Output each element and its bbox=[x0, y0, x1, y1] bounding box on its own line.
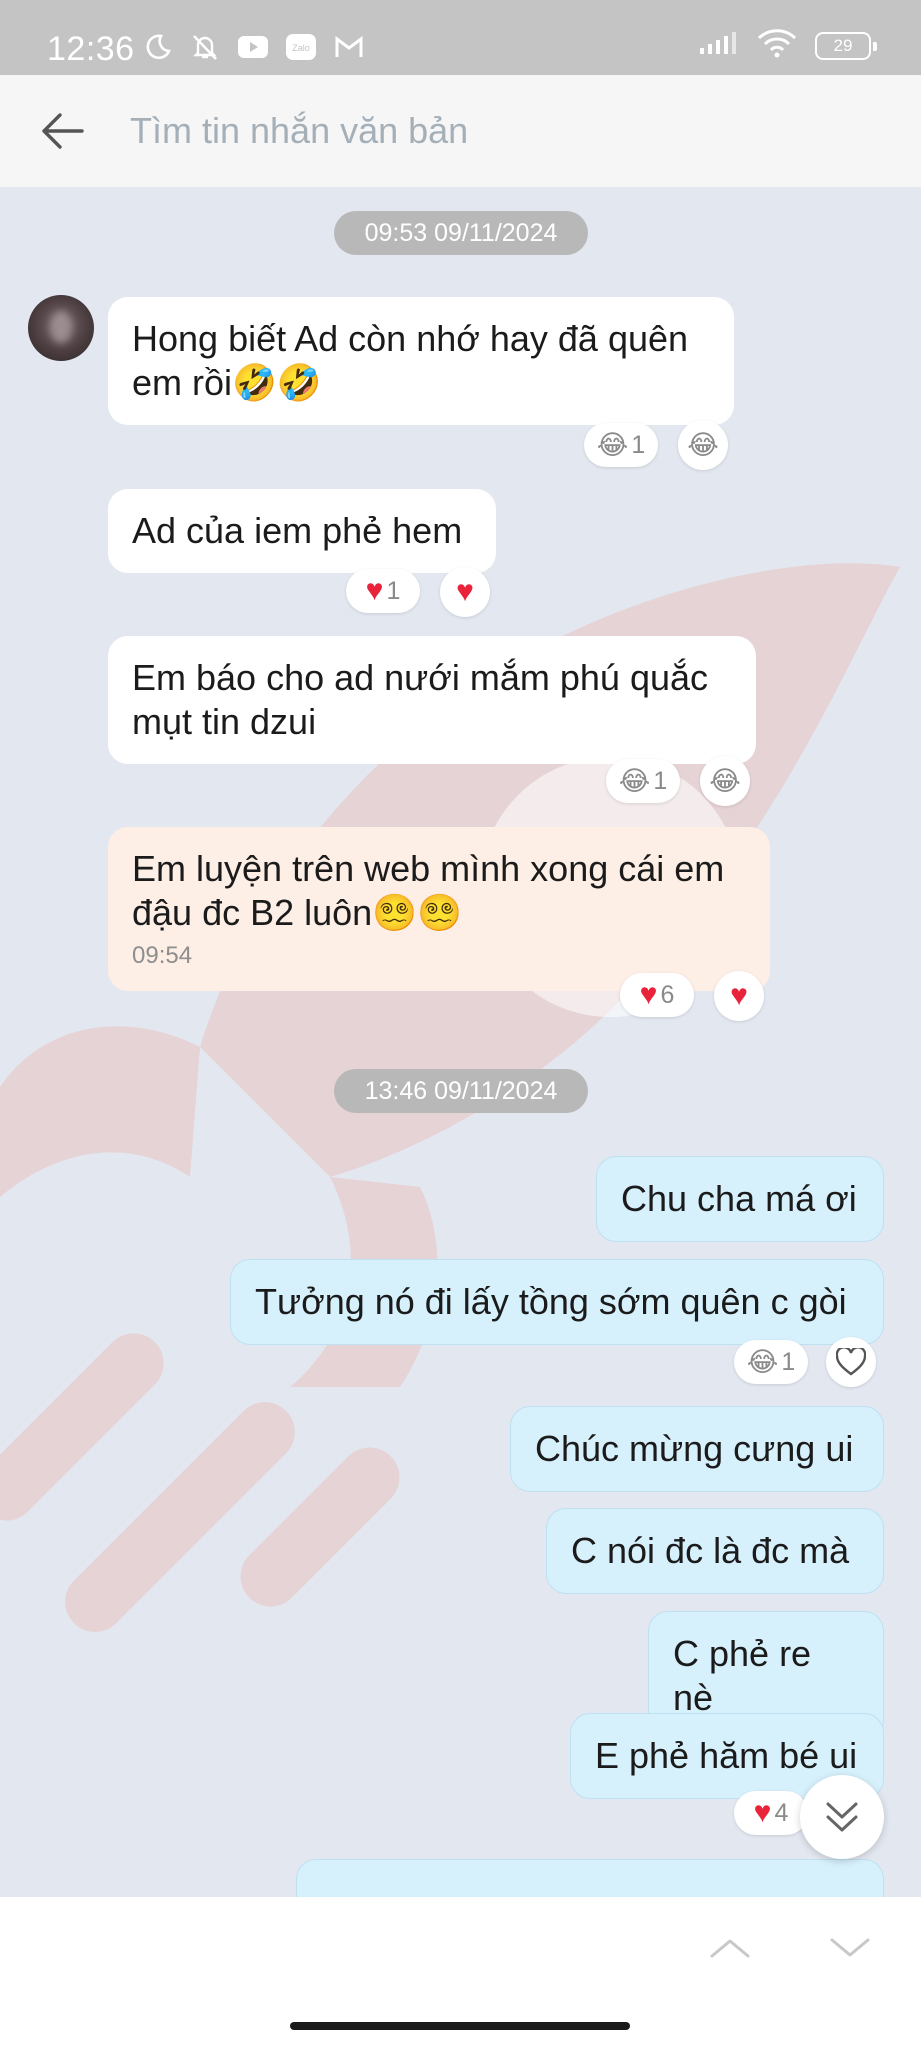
gmail-icon bbox=[332, 30, 366, 64]
add-reaction-button[interactable]: ♥ bbox=[714, 971, 764, 1021]
message-time: 09:54 bbox=[132, 942, 193, 969]
laughing-emoji-icon: 😂 bbox=[687, 429, 719, 460]
status-bar: 12:36 Zalo 29 bbox=[0, 0, 921, 75]
youtube-icon bbox=[236, 30, 270, 64]
add-reaction-button[interactable]: 😂 bbox=[700, 756, 750, 806]
message-bubble-partial[interactable] bbox=[296, 1859, 884, 1897]
heart-icon: ♥ bbox=[365, 574, 384, 607]
home-indicator[interactable] bbox=[290, 2022, 630, 2030]
message-text: Chu cha má ơi bbox=[621, 1178, 857, 1219]
message-bubble[interactable]: Em luyện trên web mình xong cái em đậu đ… bbox=[108, 827, 770, 991]
chevron-down-icon bbox=[830, 1938, 870, 1957]
reaction-count-badge[interactable]: 😂 1 bbox=[734, 1340, 808, 1384]
message-bubble[interactable]: Chu cha má ơi bbox=[596, 1156, 884, 1242]
scroll-to-bottom-button[interactable] bbox=[800, 1775, 884, 1859]
laughing-emoji-icon: 😂 bbox=[618, 765, 651, 796]
message-bubble[interactable]: Ad của iem phẻ hem bbox=[108, 489, 496, 573]
message-bubble[interactable]: Chúc mừng cưng ui bbox=[510, 1406, 884, 1492]
previous-result-button[interactable] bbox=[700, 1923, 760, 1973]
message-text: Hong biết Ad còn nhớ hay đã quên em rồi🤣… bbox=[132, 318, 689, 403]
message-bubble[interactable]: Em báo cho ad nưới mắm phú quắc mụt tin … bbox=[108, 636, 756, 764]
double-chevron-down-icon bbox=[826, 1802, 858, 1832]
status-notification-icons: Zalo bbox=[140, 30, 366, 64]
reaction-count-badge[interactable]: 😂 1 bbox=[606, 759, 680, 803]
heart-icon: ♥ bbox=[456, 575, 474, 608]
wifi-icon bbox=[757, 28, 797, 63]
laughing-emoji-icon: 😂 bbox=[596, 429, 629, 460]
reaction-count: 1 bbox=[653, 766, 668, 795]
date-separator: 09:53 09/11/2024 bbox=[334, 211, 588, 255]
battery-level: 29 bbox=[833, 35, 853, 55]
message-bubble[interactable]: Hong biết Ad còn nhớ hay đã quên em rồi🤣… bbox=[108, 297, 734, 425]
reaction-count-badge[interactable]: ♥ 4 bbox=[734, 1791, 808, 1835]
reaction-count: 1 bbox=[386, 576, 401, 605]
moon-icon bbox=[140, 30, 174, 64]
heart-outline-icon bbox=[836, 1348, 866, 1376]
status-time: 12:36 bbox=[47, 30, 135, 68]
message-text: Tưởng nó đi lấy tồng sớm quên c gòi bbox=[255, 1281, 847, 1322]
chat-area[interactable]: 09:53 09/11/2024 Hong biết Ad còn nhớ ha… bbox=[0, 187, 921, 1897]
message-text: C nói đc là đc mà bbox=[571, 1530, 850, 1571]
bell-off-icon bbox=[188, 30, 222, 64]
message-text: E phẻ hăm bé ui bbox=[595, 1735, 858, 1776]
search-result-nav bbox=[0, 1897, 921, 2048]
message-text: C phẻ re nè bbox=[673, 1633, 812, 1718]
back-button[interactable] bbox=[30, 101, 94, 161]
reaction-count-badge[interactable]: 😂 1 bbox=[584, 423, 658, 467]
status-system-icons: 29 bbox=[699, 28, 877, 63]
add-reaction-button[interactable]: 😂 bbox=[678, 420, 728, 470]
message-text: Em báo cho ad nưới mắm phú quắc mụt tin … bbox=[132, 657, 709, 742]
add-reaction-button[interactable]: ♥ bbox=[440, 567, 490, 617]
heart-icon: ♥ bbox=[753, 1796, 772, 1829]
arrow-left-icon bbox=[42, 113, 84, 149]
zalo-icon: Zalo bbox=[284, 30, 318, 64]
reaction-count: 6 bbox=[660, 980, 675, 1009]
svg-text:Zalo: Zalo bbox=[292, 43, 310, 53]
message-text: Em luyện trên web mình xong cái em đậu đ… bbox=[132, 848, 725, 933]
laughing-emoji-icon: 😂 bbox=[746, 1346, 779, 1377]
reaction-count: 4 bbox=[774, 1798, 789, 1827]
reaction-count-badge[interactable]: ♥ 1 bbox=[346, 569, 420, 613]
heart-icon: ♥ bbox=[639, 978, 658, 1011]
react-heart-button[interactable] bbox=[826, 1337, 876, 1387]
reaction-count: 1 bbox=[631, 430, 646, 459]
laughing-emoji-icon: 😂 bbox=[709, 765, 741, 796]
chevron-up-icon bbox=[710, 1939, 750, 1958]
reaction-count-badge[interactable]: ♥ 6 bbox=[620, 973, 694, 1017]
message-text: Ad của iem phẻ hem bbox=[132, 510, 463, 551]
message-bubble[interactable]: C nói đc là đc mà bbox=[546, 1508, 884, 1594]
heart-icon: ♥ bbox=[730, 979, 748, 1012]
avatar[interactable] bbox=[28, 295, 94, 361]
message-bubble[interactable]: Tưởng nó đi lấy tồng sớm quên c gòi bbox=[230, 1259, 884, 1345]
search-input[interactable] bbox=[130, 103, 870, 159]
battery-icon: 29 bbox=[815, 31, 877, 60]
date-separator: 13:46 09/11/2024 bbox=[334, 1069, 588, 1113]
signal-icon bbox=[699, 30, 739, 61]
search-header bbox=[0, 75, 921, 187]
reaction-count: 1 bbox=[781, 1347, 796, 1376]
next-result-button[interactable] bbox=[820, 1923, 880, 1973]
message-text: Chúc mừng cưng ui bbox=[535, 1428, 854, 1469]
